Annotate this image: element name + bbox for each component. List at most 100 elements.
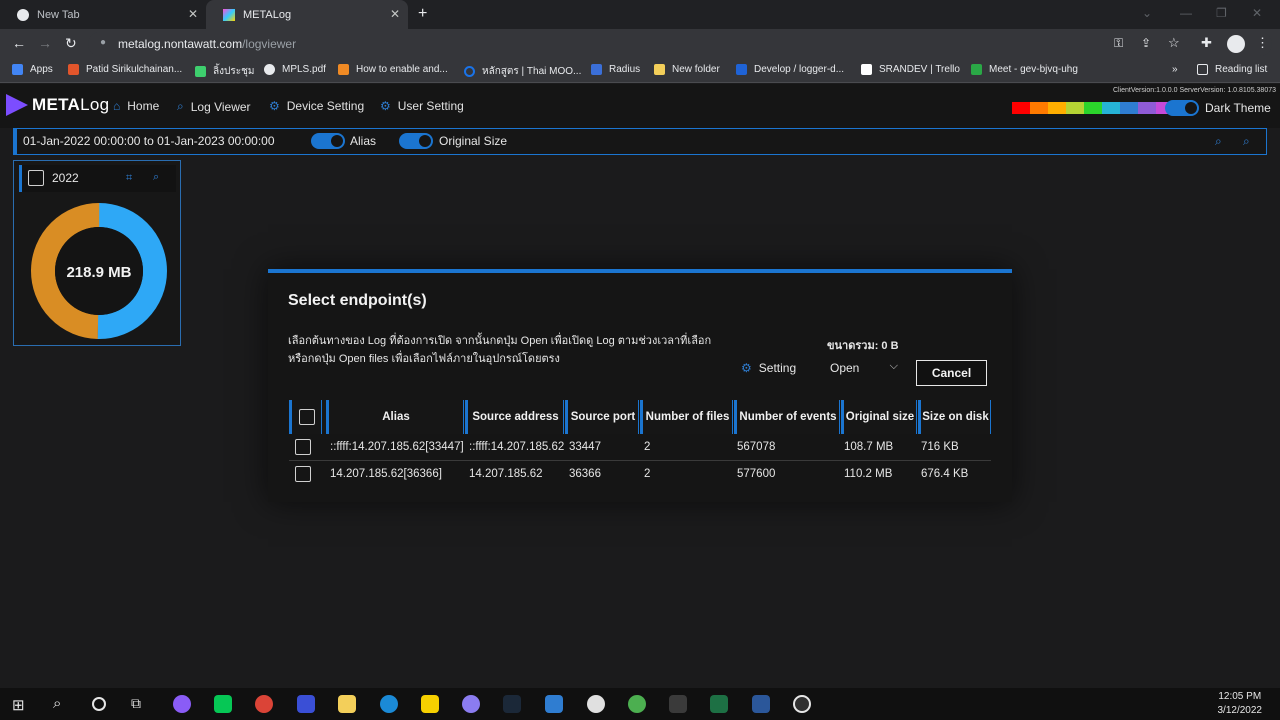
photos-icon[interactable] [545, 695, 563, 713]
cell-number-of-events: 567078 [737, 441, 776, 453]
bookmark-item[interactable]: Develop / logger-d... [736, 64, 844, 75]
year-checkbox[interactable] [28, 170, 44, 186]
setting-button[interactable]: ⚙ Setting [741, 361, 796, 375]
metalog-logo[interactable]: METALog [6, 94, 109, 116]
theme-color-swatch[interactable] [1084, 102, 1102, 114]
bookmark-item[interactable]: หลักสูตร | Thai MOO... [464, 64, 581, 79]
bookmark-item[interactable]: MPLS.pdf [264, 64, 326, 75]
select-all-checkbox[interactable] [298, 409, 315, 425]
cancel-button[interactable]: Cancel [916, 360, 987, 386]
steam-icon[interactable] [503, 695, 521, 713]
date-range[interactable]: 01-Jan-2022 00:00:00 to 01-Jan-2023 00:0… [23, 134, 275, 148]
system-clock[interactable]: 12:05 PM 3/12/2022 [1218, 690, 1263, 718]
dark-theme-toggle[interactable] [1165, 100, 1199, 116]
search-icon[interactable]: ⌕ [153, 171, 159, 184]
tab-metalog[interactable]: METALog ✕ [206, 0, 408, 29]
tab-new-tab[interactable]: New Tab ✕ [0, 0, 206, 29]
profile-avatar[interactable] [1227, 35, 1245, 53]
clock-time: 12:05 PM [1218, 691, 1262, 702]
line-app-icon[interactable] [214, 695, 232, 713]
extensions-icon[interactable]: ✚ [1201, 35, 1212, 51]
bookmark-label: Meet - gev-bjvq-uhg [989, 64, 1078, 75]
minimize-icon[interactable]: — [1180, 6, 1192, 20]
total-size: ขนาดรวม: 0 B [827, 340, 899, 352]
nav-device-setting[interactable]: ⚙ Device Setting [269, 99, 364, 113]
theme-color-swatch[interactable] [1102, 102, 1120, 114]
search-doc-icon[interactable]: ⌕ [1215, 134, 1222, 149]
bookmark-item[interactable]: New folder [654, 64, 720, 75]
search-icon[interactable]: ⌕ [53, 695, 61, 712]
close-tab-icon[interactable]: ✕ [188, 7, 198, 21]
tab-title: New Tab [37, 8, 80, 21]
sticky-notes-icon[interactable] [421, 695, 439, 713]
address-bar[interactable]: ● metalog.nontawatt.com/logviewer ⚿ ⇪ ☆ … [88, 32, 1272, 56]
theme-color-swatch[interactable] [1030, 102, 1048, 114]
obs-icon[interactable] [793, 695, 811, 713]
nav-home[interactable]: ⌂ Home [113, 99, 159, 113]
bookmark-item[interactable]: SRANDEV | Trello [861, 64, 960, 75]
windows-taskbar: ⊞ ⌕ ⧉ 12:05 PM 3/12/2022 [0, 688, 1280, 720]
edge-icon[interactable] [380, 695, 398, 713]
gear-icon: ⚙ [380, 99, 391, 113]
chrome-icon[interactable] [255, 695, 273, 713]
bookmark-item[interactable]: Meet - gev-bjvq-uhg [971, 64, 1078, 75]
word-icon[interactable] [752, 695, 770, 713]
bookmark-item[interactable]: Radius [591, 64, 640, 75]
back-icon[interactable]: ← [12, 35, 26, 51]
excel-icon[interactable] [710, 695, 728, 713]
forward-icon[interactable]: → [38, 35, 52, 51]
theme-color-swatch[interactable] [1048, 102, 1066, 114]
bookmarks-more-icon[interactable]: » [1172, 64, 1178, 75]
maximize-icon[interactable]: ❐ [1216, 6, 1227, 20]
chrome-profile-icon[interactable] [173, 695, 191, 713]
bookmark-star-icon[interactable]: ☆ [1168, 35, 1180, 51]
nav-log-viewer[interactable]: ⌕ Log Viewer [177, 99, 251, 114]
theme-color-swatch[interactable] [1066, 102, 1084, 114]
column-header-size-on-disk[interactable]: Size on disk [918, 400, 991, 434]
nav-user-setting[interactable]: ⚙ User Setting [380, 99, 464, 113]
column-header-alias[interactable]: Alias [326, 400, 464, 434]
original-size-toggle[interactable] [399, 133, 433, 149]
apps-grid-icon [12, 64, 23, 75]
terminal-icon[interactable] [669, 695, 687, 713]
row-checkbox[interactable] [295, 466, 311, 482]
alias-toggle[interactable] [311, 133, 345, 149]
reading-list[interactable]: Reading list [1197, 64, 1267, 75]
share-icon[interactable]: ⇪ [1141, 36, 1151, 50]
folder-icon [654, 64, 665, 75]
bookmark-label: หลักสูตร | Thai MOO... [482, 66, 582, 77]
crop-icon[interactable]: ⌗ [126, 172, 132, 185]
file-explorer-icon[interactable] [338, 695, 356, 713]
task-view-icon[interactable]: ⧉ [131, 695, 141, 712]
vpn-app-icon[interactable] [297, 695, 315, 713]
windows-start-icon[interactable]: ⊞ [12, 696, 25, 714]
column-header-source-address[interactable]: Source address [465, 400, 564, 434]
bookmark-apps[interactable]: Apps [12, 64, 53, 75]
bookmark-item[interactable]: ลิ้งประชุม [195, 64, 254, 79]
app-icon[interactable] [587, 695, 605, 713]
column-header-number-of-events[interactable]: Number of events [734, 400, 840, 434]
column-header-source-port[interactable]: Source port [565, 400, 639, 434]
window-close-icon[interactable]: ✕ [1252, 6, 1262, 20]
search-icon[interactable]: ⌕ [1243, 134, 1250, 149]
table-row[interactable]: ::ffff:14.207.185.62[33447] ::ffff:14.20… [289, 434, 991, 461]
key-icon[interactable]: ⚿ [1114, 36, 1123, 51]
theme-color-swatch[interactable] [1138, 102, 1156, 114]
close-tab-icon[interactable]: ✕ [390, 7, 400, 21]
column-header-number-of-files[interactable]: Number of files [640, 400, 733, 434]
chrome-icon[interactable] [628, 695, 646, 713]
bookmark-item[interactable]: How to enable and... [338, 64, 448, 75]
open-dropdown[interactable]: Open ⌵ [830, 360, 898, 375]
bookmark-item[interactable]: Patid Sirikulchainan... [68, 64, 182, 75]
cortana-icon[interactable] [92, 697, 106, 711]
theme-color-swatch[interactable] [1012, 102, 1030, 114]
table-row[interactable]: 14.207.185.62[36366] 14.207.185.62 36366… [289, 461, 991, 488]
new-tab-icon[interactable]: + [418, 5, 427, 23]
menu-dots-icon[interactable]: ⋮ [1256, 35, 1269, 51]
column-header-original-size[interactable]: Original size [841, 400, 917, 434]
app-icon[interactable] [462, 695, 480, 713]
row-checkbox[interactable] [295, 439, 311, 455]
tab-search-icon[interactable]: ⌄ [1142, 6, 1152, 20]
theme-color-swatch[interactable] [1120, 102, 1138, 114]
reload-icon[interactable]: ↻ [65, 35, 77, 52]
